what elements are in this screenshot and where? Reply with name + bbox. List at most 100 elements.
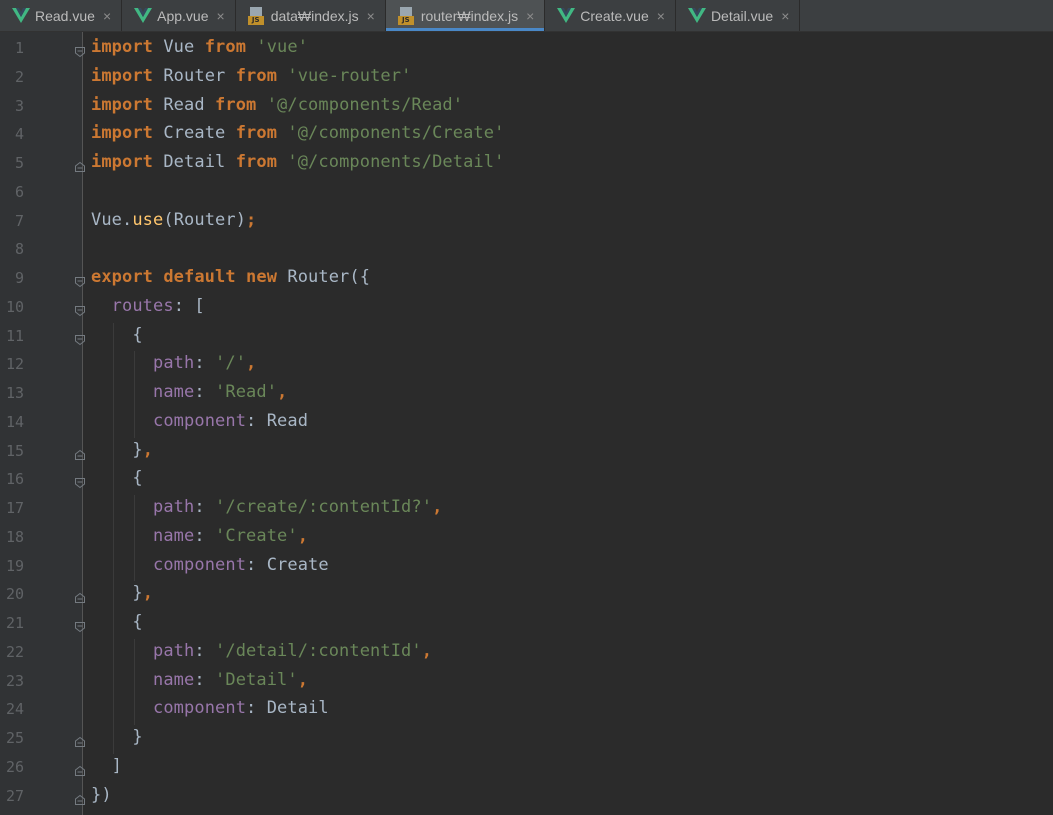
editor-tab-bar: Read.vue × App.vue × JS data₩index.js × JS route… xyxy=(0,0,1053,32)
code-line: }, xyxy=(91,583,153,603)
close-icon[interactable]: × xyxy=(103,8,111,24)
code-line: component: Create xyxy=(91,555,329,575)
code-token: from xyxy=(204,37,247,57)
code-token: use xyxy=(132,209,164,230)
tab-app-vue[interactable]: App.vue × xyxy=(122,0,236,31)
fold-open-icon[interactable] xyxy=(74,474,86,489)
code-token: , xyxy=(432,497,443,517)
code-token: : xyxy=(194,669,216,690)
tab-read-vue[interactable]: Read.vue × xyxy=(0,0,123,31)
code-token: , xyxy=(297,525,309,546)
code-token: Read xyxy=(153,94,216,115)
code-token: 'Detail' xyxy=(215,669,298,690)
indent-guide xyxy=(113,322,114,754)
line-number: 11 xyxy=(5,326,24,345)
code-token: , xyxy=(142,439,154,460)
line-number: 27 xyxy=(5,786,24,805)
line-number: 23 xyxy=(5,671,24,690)
code-token: from xyxy=(235,152,278,172)
code-token: import xyxy=(91,94,154,115)
fold-open-icon[interactable] xyxy=(74,302,86,316)
tab-label: App.vue xyxy=(157,7,209,24)
code-line: Vue.use(Router); xyxy=(91,210,256,230)
line-number: 18 xyxy=(5,527,24,546)
code-token: name xyxy=(153,525,195,546)
close-icon[interactable]: × xyxy=(367,8,375,24)
code-token: '@/components/Create' xyxy=(287,123,505,144)
line-number: 8 xyxy=(14,240,24,259)
tab-label: Read.vue xyxy=(35,7,95,24)
line-number: 20 xyxy=(5,585,24,604)
code-token: ] xyxy=(91,755,123,776)
tab-label: Detail.vue xyxy=(710,7,774,24)
code-token: name xyxy=(153,382,195,402)
tab-detail-vue[interactable]: Detail.vue × xyxy=(676,0,801,31)
code-editor[interactable]: 1 2 3 4 5 6 7 8 9 10 11 12 13 14 15 16 17 18 19 20 21 22 23 24 2… xyxy=(0,32,1053,815)
code-token: : Create xyxy=(246,554,329,575)
code-token: : Read xyxy=(246,410,309,431)
code-token: path xyxy=(153,640,195,661)
code-line: path: '/', xyxy=(91,353,256,373)
code-line: name: 'Create', xyxy=(91,526,308,546)
code-line: path: '/create/:contentId?', xyxy=(91,497,442,517)
line-number: 19 xyxy=(5,556,24,575)
code-token: 'Read' xyxy=(215,382,278,402)
line-number: 16 xyxy=(5,470,24,489)
fold-close-icon[interactable] xyxy=(74,733,86,747)
line-number: 6 xyxy=(14,182,24,201)
js-file-icon: JS xyxy=(247,6,266,25)
code-token: from xyxy=(235,65,278,86)
line-number: 26 xyxy=(5,757,24,776)
code-line: ] xyxy=(91,756,122,776)
code-line: import Detail from '@/components/Detail' xyxy=(91,152,504,172)
line-number: 14 xyxy=(5,412,24,431)
code-token: '/create/:contentId?' xyxy=(215,497,433,517)
code-token: routes xyxy=(111,295,174,316)
close-icon[interactable]: × xyxy=(657,8,665,24)
code-line: }, xyxy=(91,440,153,460)
code-token: : [ xyxy=(173,295,205,316)
code-token: : xyxy=(194,353,216,374)
fold-open-icon[interactable] xyxy=(74,618,86,633)
fold-open-icon[interactable] xyxy=(74,331,86,345)
code-token: Router xyxy=(153,65,236,86)
line-number: 21 xyxy=(5,614,24,632)
close-icon[interactable]: × xyxy=(217,8,225,24)
code-line: import Router from 'vue-router' xyxy=(91,66,411,86)
code-token: Vue. xyxy=(91,209,133,230)
code-token: component xyxy=(153,410,247,431)
code-line: component: Read xyxy=(91,411,308,431)
close-icon[interactable]: × xyxy=(526,8,534,24)
fold-close-icon[interactable] xyxy=(74,589,86,604)
line-number: 24 xyxy=(5,700,24,719)
line-number: 12 xyxy=(5,355,24,374)
code-token: Vue xyxy=(153,37,205,57)
fold-close-icon[interactable] xyxy=(74,791,86,805)
code-token: component xyxy=(153,698,247,719)
code-line: import Read from '@/components/Read' xyxy=(91,95,463,115)
tab-data-index-js[interactable]: JS data₩index.js × xyxy=(236,0,386,31)
tab-router-index-js[interactable]: JS router₩index.js × xyxy=(385,0,546,31)
fold-close-icon[interactable] xyxy=(74,762,86,776)
code-token: : xyxy=(194,525,216,546)
line-number: 3 xyxy=(14,96,24,115)
code-token: '@/components/Detail' xyxy=(287,152,505,172)
fold-close-icon[interactable] xyxy=(74,446,86,460)
fold-close-icon[interactable] xyxy=(74,158,86,172)
code-token: } xyxy=(91,727,143,747)
code-token: import xyxy=(91,65,154,86)
tab-create-vue[interactable]: Create.vue × xyxy=(545,0,676,31)
line-number: 10 xyxy=(5,297,24,316)
fold-open-icon[interactable] xyxy=(74,273,86,288)
close-icon[interactable]: × xyxy=(781,8,789,24)
code-token: }) xyxy=(91,784,112,805)
fold-open-icon[interactable] xyxy=(74,43,86,58)
vue-file-icon xyxy=(134,7,153,25)
